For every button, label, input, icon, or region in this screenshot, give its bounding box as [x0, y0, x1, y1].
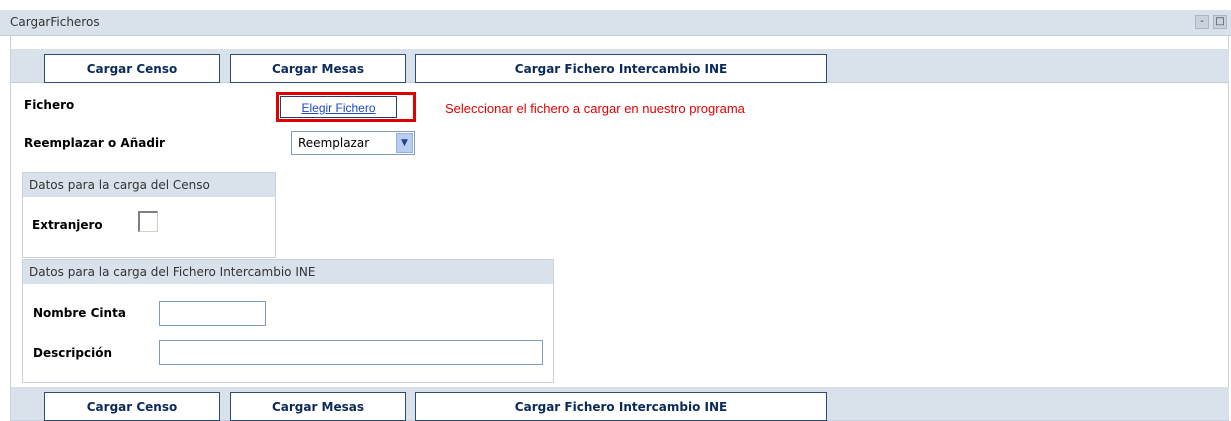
reemplazar-label: Reemplazar o Añadir: [24, 136, 165, 150]
maximize-icon[interactable]: □: [1213, 15, 1227, 29]
ine-group: Datos para la carga del Fichero Intercam…: [22, 259, 554, 383]
ine-group-legend: Datos para la carga del Fichero Intercam…: [23, 260, 553, 284]
descripcion-label: Descripción: [33, 346, 112, 360]
hint-text: Seleccionar el fichero a cargar en nuest…: [445, 101, 745, 116]
top-toolbar: Cargar Censo Cargar Mesas Cargar Fichero…: [11, 49, 1229, 83]
cargar-ine-button-bottom[interactable]: Cargar Fichero Intercambio INE: [415, 392, 827, 421]
fichero-label: Fichero: [24, 98, 75, 112]
window-titlebar: CargarFicheros - □: [0, 10, 1231, 36]
extranjero-label: Extranjero: [32, 218, 103, 232]
cargar-censo-button-bottom[interactable]: Cargar Censo: [44, 392, 220, 421]
window-title: CargarFicheros: [10, 15, 100, 29]
cargar-mesas-button-bottom[interactable]: Cargar Mesas: [230, 392, 406, 421]
descripcion-input[interactable]: [159, 340, 543, 365]
extranjero-checkbox[interactable]: [138, 211, 158, 232]
reemplazar-select[interactable]: Reemplazar ▼: [291, 131, 415, 155]
censo-group: Datos para la carga del Censo Extranjero: [22, 172, 276, 258]
cargar-ine-button[interactable]: Cargar Fichero Intercambio INE: [415, 54, 827, 83]
bottom-toolbar: Cargar Censo Cargar Mesas Cargar Fichero…: [11, 387, 1229, 421]
censo-group-legend: Datos para la carga del Censo: [23, 173, 275, 197]
nombre-cinta-input[interactable]: [159, 301, 266, 326]
reemplazar-select-value: Reemplazar: [298, 136, 370, 150]
chevron-down-icon[interactable]: ▼: [396, 133, 413, 153]
nombre-cinta-label: Nombre Cinta: [33, 306, 126, 320]
cargar-mesas-button[interactable]: Cargar Mesas: [230, 54, 406, 83]
elegir-fichero-button[interactable]: Elegir Fichero: [280, 96, 397, 118]
minimize-icon[interactable]: -: [1195, 15, 1209, 29]
cargar-censo-button[interactable]: Cargar Censo: [44, 54, 220, 83]
